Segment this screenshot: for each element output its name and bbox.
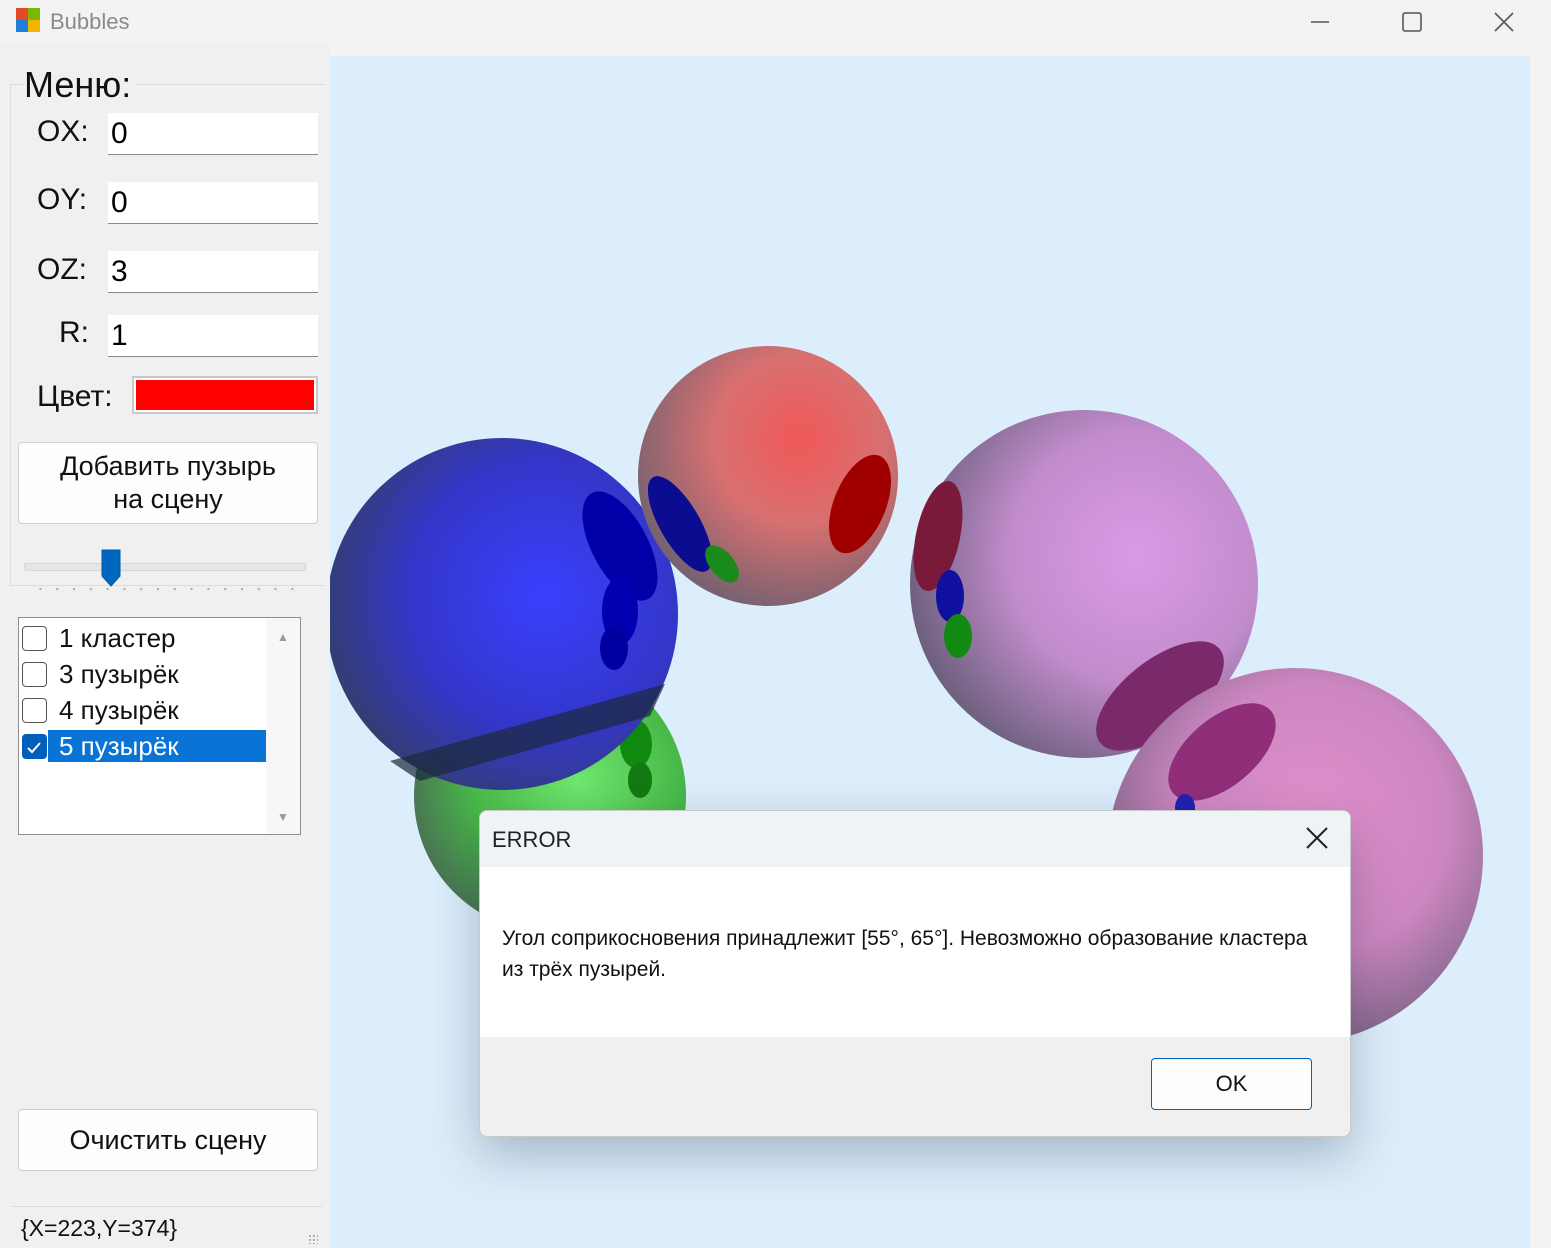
- window-title: Bubbles: [50, 9, 130, 34]
- add-bubble-label-line2: на сцену: [113, 484, 223, 514]
- checkbox[interactable]: [22, 698, 47, 723]
- checkbox[interactable]: [22, 626, 47, 651]
- ox-input[interactable]: [108, 113, 318, 155]
- ok-button[interactable]: OK: [1151, 1058, 1312, 1110]
- list-item[interactable]: 4 пузырёк: [19, 692, 266, 728]
- list-item[interactable]: 3 пузырёк: [19, 656, 266, 692]
- clear-scene-button[interactable]: Очистить сцену: [18, 1109, 318, 1171]
- app-icon: [16, 8, 42, 34]
- oz-label: OZ:: [37, 253, 87, 286]
- list-scrollbar[interactable]: ▲ ▼: [266, 618, 300, 834]
- r-input[interactable]: [108, 315, 318, 357]
- ox-label: OX:: [37, 115, 89, 148]
- checkbox-checked[interactable]: [22, 734, 47, 759]
- color-picker[interactable]: [132, 376, 318, 414]
- list-item[interactable]: 5 пузырёк: [19, 728, 266, 764]
- list-item[interactable]: 1 кластер: [19, 620, 266, 656]
- list-item-label: 5 пузырёк: [48, 730, 266, 762]
- minimize-icon: [1311, 21, 1329, 23]
- slider-thumb[interactable]: [100, 548, 122, 588]
- close-icon: [1494, 12, 1514, 32]
- maximize-button[interactable]: [1366, 0, 1458, 44]
- dialog-header: ERROR: [480, 811, 1350, 867]
- list-item-label: 4 пузырёк: [59, 695, 179, 725]
- left-panel: Меню: OX: OY: OZ: R: Цвет: Добавить пузы…: [0, 44, 330, 1248]
- red-bubble: [638, 346, 898, 606]
- blue-bubble: [330, 438, 678, 790]
- scroll-up-icon[interactable]: ▲: [277, 631, 289, 643]
- r-label: R:: [59, 316, 89, 349]
- oz-input[interactable]: [108, 251, 318, 293]
- maximize-icon: [1402, 12, 1422, 32]
- resize-grip-icon[interactable]: [308, 1234, 318, 1244]
- title-bar: Bubbles: [0, 0, 1551, 44]
- slider-track[interactable]: [24, 563, 306, 571]
- dialog-title: ERROR: [492, 827, 572, 852]
- menu-caption: Меню:: [24, 64, 138, 106]
- checkmark-icon: [27, 742, 41, 754]
- color-swatch-fill: [136, 380, 314, 410]
- add-bubble-button[interactable]: Добавить пузырь на сцену: [18, 442, 318, 524]
- list-item-label: 1 кластер: [59, 623, 176, 653]
- checkbox[interactable]: [22, 662, 47, 687]
- cursor-coordinates: {X=223,Y=374}: [21, 1215, 178, 1241]
- color-label: Цвет:: [37, 380, 113, 413]
- dialog-message: Угол соприкосновения принадлежит [55°, 6…: [502, 927, 1308, 981]
- cluster-list[interactable]: 1 кластер 3 пузырёк 4 пузырёк 5 пузырёк ▲ ▼: [18, 617, 301, 835]
- error-dialog: ERROR Угол соприкосновения принадлежит […: [479, 810, 1351, 1137]
- minimize-button[interactable]: [1274, 0, 1366, 44]
- add-bubble-label-line1: Добавить пузырь: [60, 451, 276, 481]
- close-icon: [1306, 827, 1328, 849]
- slider-ticks: [32, 587, 302, 591]
- status-bar: {X=223,Y=374}: [12, 1206, 322, 1248]
- close-window-button[interactable]: [1458, 0, 1550, 44]
- oy-input[interactable]: [108, 182, 318, 224]
- dialog-close-button[interactable]: [1304, 825, 1330, 851]
- list-item-label: 3 пузырёк: [59, 659, 179, 689]
- scroll-down-icon[interactable]: ▼: [277, 811, 289, 823]
- dialog-body: Угол соприкосновения принадлежит [55°, 6…: [480, 867, 1350, 1037]
- oy-label: OY:: [37, 183, 88, 216]
